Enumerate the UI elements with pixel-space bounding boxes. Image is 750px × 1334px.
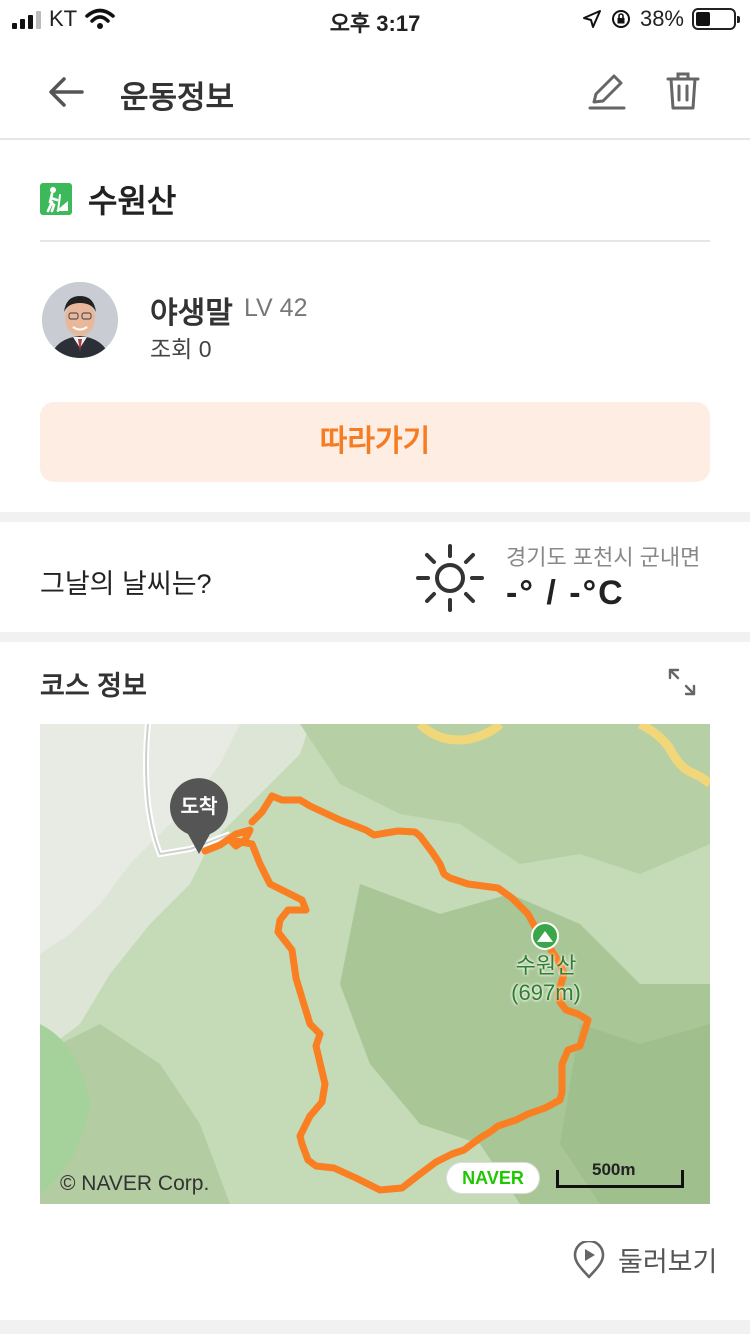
naver-logo[interactable]: NAVER	[446, 1162, 540, 1194]
app-bar: 운동정보	[0, 42, 750, 140]
section-gap	[0, 512, 750, 522]
destination-label: 도착	[180, 796, 218, 818]
location-arrow-icon	[582, 10, 601, 28]
course-map[interactable]: 도착 수원산 (697m) © NAVER Corp. NAVER 500m	[40, 724, 710, 1204]
map-terrain	[40, 724, 710, 1204]
section-gap	[0, 1320, 750, 1334]
user-level: LV 42	[244, 294, 308, 322]
mountain-title-row: 수원산	[40, 176, 176, 222]
weather-section: 그날의 날씨는? 경기도 포천시 군내면 -° / -°C	[0, 522, 750, 632]
mountain-peak-icon	[531, 922, 559, 950]
peak-label: 수원산 (697m)	[504, 952, 588, 1006]
edit-button[interactable]	[584, 68, 630, 114]
play-pin-icon	[573, 1240, 605, 1278]
expand-icon	[668, 668, 696, 696]
peak-elevation: (697m)	[511, 980, 581, 1005]
status-bar: KT 오후 3:17 38%	[0, 0, 750, 42]
peak-name: 수원산	[515, 953, 577, 978]
avatar[interactable]	[42, 282, 118, 358]
follow-button[interactable]: 따라가기	[40, 402, 710, 482]
weather-question: 그날의 날씨는?	[40, 569, 212, 599]
arrow-left-icon	[49, 77, 84, 107]
user-name[interactable]: 야생말	[150, 288, 233, 332]
battery-icon	[692, 8, 740, 30]
map-copyright: © NAVER Corp.	[60, 1172, 210, 1195]
rotation-lock-icon	[611, 10, 630, 28]
map-scale-label: 500m	[592, 1160, 636, 1179]
page-title: 운동정보	[120, 80, 235, 115]
look-around-label: 둘러보기	[618, 1247, 718, 1277]
expand-button[interactable]	[666, 666, 698, 698]
pencil-icon	[588, 74, 626, 110]
sun-icon	[416, 544, 484, 612]
status-right: 38%	[582, 6, 740, 32]
divider	[40, 240, 710, 242]
battery-percent: 38%	[639, 6, 684, 31]
view-count: 조회 0	[150, 336, 212, 362]
trash-icon	[666, 72, 700, 110]
look-around-button[interactable]: 둘러보기	[572, 1240, 717, 1279]
user-photo	[42, 282, 118, 358]
delete-button[interactable]	[660, 68, 706, 114]
back-button[interactable]	[44, 70, 88, 114]
activity-section: 수원산 야생말 LV 42 조회 0 따라가기	[0, 142, 750, 512]
mountain-name: 수원산	[88, 183, 177, 219]
section-gap	[0, 632, 750, 642]
weather-location: 경기도 포천시 군내면	[506, 545, 701, 570]
course-title: 코스 정보	[40, 671, 147, 701]
weather-temperature: -° / -°C	[506, 574, 625, 612]
course-section: 코스 정보 도착 수원산 (697m) © NAVER Corp. NAVER …	[0, 642, 750, 1318]
hiking-icon	[40, 183, 72, 215]
